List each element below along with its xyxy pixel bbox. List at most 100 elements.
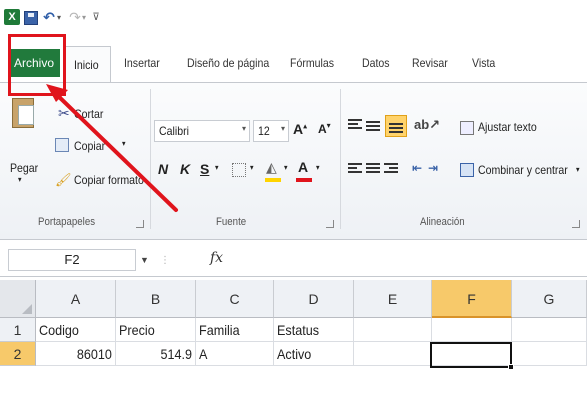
merge-center-dropdown-icon[interactable]: ▾ [576, 165, 580, 174]
font-size-combo[interactable]: 12 ▾ [253, 120, 289, 142]
formula-input[interactable] [236, 247, 586, 273]
tab-view[interactable]: Vista [472, 51, 495, 75]
row-header-2[interactable]: 2 [0, 342, 36, 366]
clipboard-launcher-icon[interactable] [136, 220, 144, 228]
cell-d2-value: Activo [277, 346, 312, 362]
cell-c1-value: Familia [199, 322, 240, 338]
ribbon: Pegar ▾ ✂ Cortar Copiar ▾ 🖌 Copiar forma… [0, 82, 587, 240]
row-header-1[interactable]: 1 [0, 318, 36, 342]
cell-c2[interactable]: A [196, 342, 274, 366]
cell-e2[interactable] [354, 342, 432, 366]
align-top-icon[interactable] [348, 119, 362, 131]
tab-file[interactable]: Archivo [8, 49, 60, 77]
select-all-corner[interactable] [0, 280, 36, 318]
save-icon[interactable] [24, 11, 38, 25]
name-box[interactable]: F2 [8, 249, 136, 271]
tab-home-label: Inicio [74, 58, 99, 72]
fill-color-icon[interactable]: ◭ [266, 159, 277, 176]
insert-function-icon[interactable]: fx [210, 250, 223, 266]
paste-icon[interactable] [12, 98, 34, 128]
quick-access-toolbar: X ↶ ▾ ↷ ▾ ⊽ [0, 0, 587, 34]
align-left-icon[interactable] [348, 163, 362, 175]
fill-color-dropdown-icon[interactable]: ▾ [284, 163, 288, 172]
column-header-a[interactable]: A [36, 280, 116, 318]
column-header-e[interactable]: E [354, 280, 432, 318]
font-color-icon[interactable]: A [298, 159, 308, 175]
tab-page-layout[interactable]: Diseño de página [187, 51, 269, 75]
tab-data[interactable]: Datos [362, 51, 390, 75]
cell-a1[interactable]: Codigo [36, 318, 116, 342]
formula-bar-separator-icon: ⋮ [160, 255, 170, 266]
cell-g2[interactable] [512, 342, 587, 366]
tab-home[interactable]: Inicio [63, 46, 111, 82]
cell-a2-value: 86010 [76, 346, 112, 362]
font-color-dropdown-icon[interactable]: ▾ [316, 163, 320, 172]
formula-bar: F2 ▼ ⋮ fx [0, 241, 587, 277]
worksheet-grid: A B C D E F G 1 2 Codigo Precio Familia … [0, 280, 587, 394]
decrease-indent-icon[interactable]: ⇤ [412, 161, 422, 175]
wrap-text-button[interactable]: Ajustar texto [478, 120, 537, 134]
format-painter-icon[interactable]: 🖌 [55, 172, 72, 188]
grow-font-icon[interactable]: A▴ [293, 121, 307, 137]
font-color-swatch [296, 178, 312, 182]
borders-icon[interactable] [232, 163, 246, 177]
alignment-launcher-icon[interactable] [572, 220, 580, 228]
tab-review[interactable]: Revisar [412, 51, 448, 75]
group-divider [340, 89, 341, 229]
underline-button[interactable]: S [200, 161, 209, 177]
cell-d1-value: Estatus [277, 322, 320, 338]
column-header-b[interactable]: B [116, 280, 196, 318]
font-name-combo[interactable]: Calibri ▾ [154, 120, 250, 142]
column-header-f[interactable]: F [432, 280, 512, 318]
excel-logo-icon[interactable]: X [4, 9, 20, 25]
cell-f1[interactable] [432, 318, 512, 342]
fill-handle[interactable] [508, 364, 514, 370]
borders-dropdown-icon[interactable]: ▾ [250, 163, 254, 172]
merge-center-button[interactable]: Combinar y centrar [478, 163, 568, 177]
redo-dropdown-icon[interactable]: ▾ [80, 8, 88, 26]
copy-icon[interactable] [55, 138, 69, 152]
undo-dropdown-icon[interactable]: ▾ [55, 8, 63, 26]
cell-b1-value: Precio [119, 322, 155, 338]
format-painter-button[interactable]: Copiar formato [74, 173, 144, 187]
copy-dropdown-icon[interactable]: ▾ [122, 139, 126, 148]
column-header-g[interactable]: G [512, 280, 587, 318]
bold-button[interactable]: N [158, 161, 168, 177]
cut-icon[interactable]: ✂ [58, 105, 70, 122]
font-launcher-icon[interactable] [326, 220, 334, 228]
tab-insert[interactable]: Insertar [124, 51, 160, 75]
cell-d1[interactable]: Estatus [274, 318, 354, 342]
paste-button[interactable]: Pegar [10, 161, 38, 175]
cell-a2[interactable]: 86010 [36, 342, 116, 366]
cell-b2[interactable]: 514.9 [116, 342, 196, 366]
align-center-icon[interactable] [366, 163, 380, 175]
cut-button[interactable]: Cortar [74, 107, 103, 121]
align-bottom-icon[interactable] [389, 123, 403, 135]
name-box-dropdown-icon[interactable]: ▼ [140, 255, 149, 265]
clipboard-group-label: Portapapeles [38, 216, 96, 228]
font-size-value: 12 [258, 124, 270, 138]
copy-button[interactable]: Copiar [74, 139, 105, 153]
paste-dropdown-icon[interactable]: ▾ [18, 175, 22, 184]
italic-button[interactable]: K [180, 161, 190, 177]
merge-center-icon[interactable] [460, 163, 474, 177]
align-right-icon[interactable] [384, 163, 398, 175]
cell-g1[interactable] [512, 318, 587, 342]
customize-qat-icon[interactable]: ⊽ [91, 8, 101, 26]
column-header-c[interactable]: C [196, 280, 274, 318]
undo-icon[interactable]: ↶ [42, 8, 56, 26]
tab-formulas[interactable]: Fórmulas [290, 51, 334, 75]
column-header-d[interactable]: D [274, 280, 354, 318]
align-middle-icon[interactable] [366, 121, 380, 133]
wrap-text-icon[interactable] [460, 121, 474, 135]
underline-dropdown-icon[interactable]: ▾ [215, 163, 219, 172]
cell-e1[interactable] [354, 318, 432, 342]
cell-c1[interactable]: Familia [196, 318, 274, 342]
font-size-dropdown-icon: ▾ [280, 124, 285, 133]
increase-indent-icon[interactable]: ⇥ [428, 161, 438, 175]
cell-b1[interactable]: Precio [116, 318, 196, 342]
orientation-icon[interactable]: ab↗ [414, 117, 440, 133]
cell-d2[interactable]: Activo [274, 342, 354, 366]
cell-a1-value: Codigo [39, 322, 79, 338]
shrink-font-icon[interactable]: A▾ [318, 121, 331, 136]
